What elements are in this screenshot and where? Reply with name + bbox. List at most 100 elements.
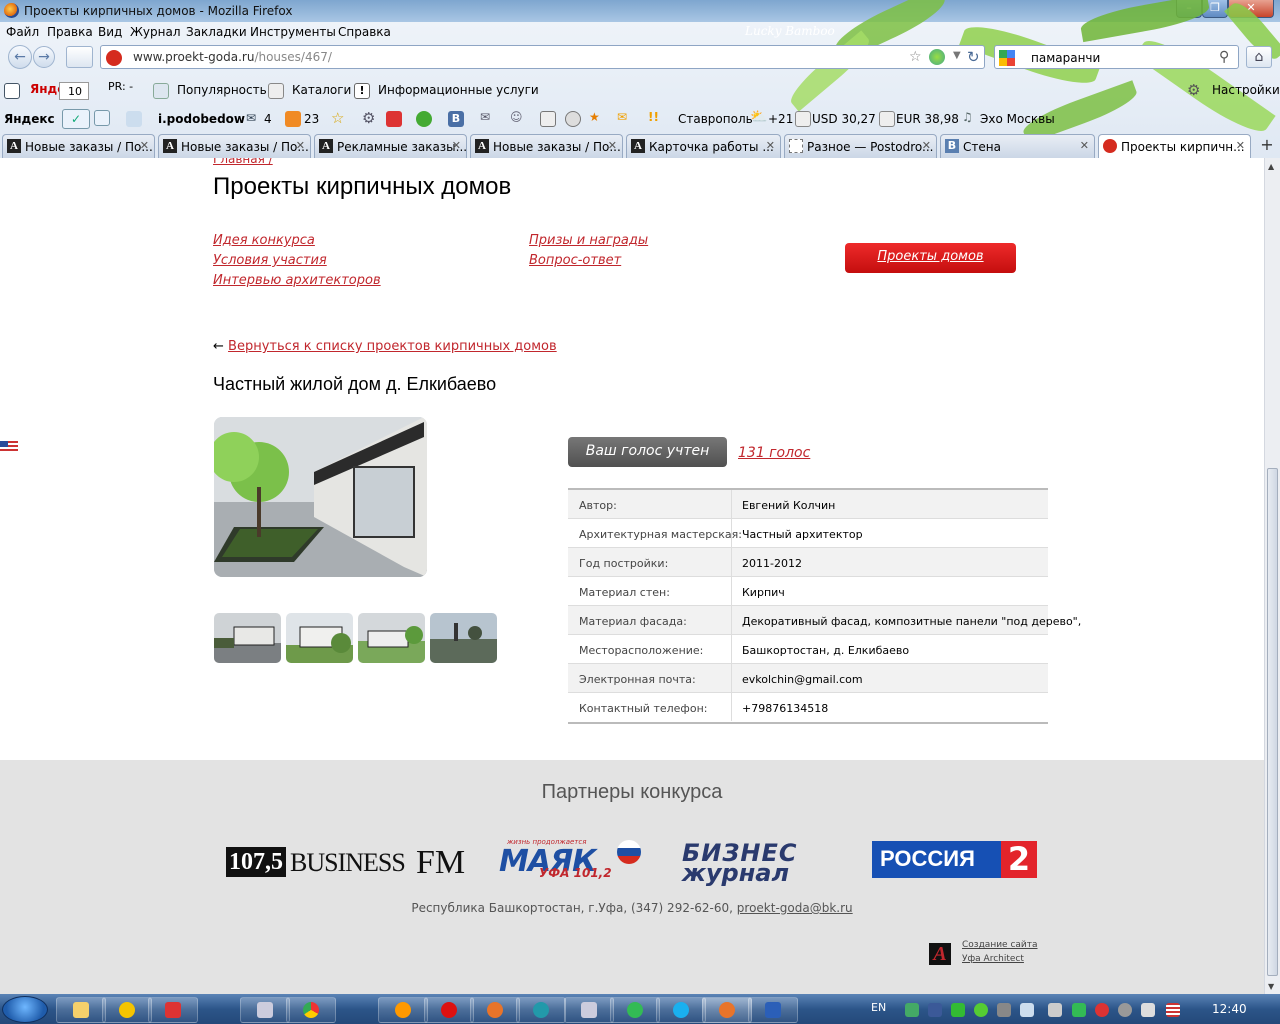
- info-icon[interactable]: !: [354, 83, 370, 99]
- back-link[interactable]: Вернуться к списку проектов кирпичных до…: [228, 339, 557, 354]
- tab-close-icon[interactable]: ✕: [1236, 139, 1245, 152]
- settings-menu[interactable]: Настройки: [1212, 83, 1280, 97]
- tab-8-active[interactable]: . Проекты кирпичн... ✕: [1098, 134, 1251, 158]
- taskbar-skype[interactable]: [656, 997, 706, 1023]
- menu-help[interactable]: Справка: [338, 25, 391, 39]
- user-name[interactable]: i.podobedow: [158, 112, 245, 126]
- search-bar[interactable]: памаранчи ⚲: [994, 45, 1239, 69]
- vk-icon[interactable]: B: [448, 111, 464, 127]
- address-bar[interactable]: www.proekt-goda.ru/houses/467/ ☆ ▼ ↻: [100, 45, 985, 69]
- tab-4[interactable]: A Новые заказы / По... ✕: [470, 134, 623, 158]
- info-services-menu[interactable]: Информационные услуги: [378, 83, 539, 97]
- mail-count[interactable]: 4: [264, 112, 272, 126]
- business-fm-logo[interactable]: 107,5 BUSINESS FM: [226, 844, 481, 881]
- percent-icon[interactable]: [386, 111, 402, 127]
- start-button[interactable]: [2, 996, 48, 1023]
- us-flag-icon[interactable]: [0, 441, 18, 453]
- taskbar-explorer[interactable]: [56, 997, 106, 1023]
- tray-device-icon[interactable]: [1048, 1003, 1062, 1017]
- projects-button[interactable]: Проекты домов: [845, 243, 1016, 273]
- popularity-menu[interactable]: Популярность: [177, 83, 267, 97]
- tray-flag-icon[interactable]: [1166, 1003, 1180, 1017]
- disk-icon[interactable]: [565, 111, 581, 127]
- search-input[interactable]: памаранчи: [1031, 51, 1100, 65]
- nav-link-interview[interactable]: Интервью архитекторов: [213, 273, 381, 288]
- close-button[interactable]: ✕: [1228, 0, 1274, 18]
- taskbar-app-4[interactable]: [240, 997, 290, 1023]
- tray-volume-icon[interactable]: [1020, 1003, 1034, 1017]
- tab-close-icon[interactable]: ✕: [1080, 139, 1089, 152]
- taskbar-firefox-2[interactable]: [470, 997, 520, 1023]
- tray-facebook-icon[interactable]: [928, 1003, 942, 1017]
- menu-history[interactable]: Журнал: [130, 25, 181, 39]
- mayak-logo[interactable]: жизнь продолжается МАЯК УФА 101,2: [499, 838, 655, 884]
- footer-email-link[interactable]: proekt-goda@bk.ru: [737, 901, 853, 915]
- envelope-icon[interactable]: ✉: [480, 110, 490, 124]
- reload-icon[interactable]: ↻: [967, 48, 980, 66]
- menu-bookmarks[interactable]: Закладки: [186, 25, 247, 39]
- tab-close-icon[interactable]: ✕: [608, 139, 617, 152]
- search-icon[interactable]: ⚲: [1219, 49, 1229, 65]
- rossiya-2-logo[interactable]: РОССИЯ 2: [872, 841, 1037, 878]
- breadcrumb[interactable]: Главная /: [213, 158, 273, 166]
- nav-link-idea[interactable]: Идея конкурса: [213, 233, 315, 248]
- thumbnail-1[interactable]: [214, 613, 281, 663]
- tab-close-icon[interactable]: ✕: [296, 139, 305, 152]
- mail-ru-icon[interactable]: ✉: [617, 110, 627, 124]
- chart-icon[interactable]: [795, 111, 811, 127]
- nav-link-conditions[interactable]: Условия участия: [213, 253, 327, 268]
- eur-rate[interactable]: EUR 38,98: [896, 112, 959, 126]
- count-23[interactable]: 23: [304, 112, 319, 126]
- menu-edit[interactable]: Правка: [47, 25, 93, 39]
- tab-3[interactable]: A Рекламные заказы... ✕: [314, 134, 467, 158]
- dropdown-arrow-icon[interactable]: ▼: [953, 50, 961, 61]
- taskbar-app-3[interactable]: [148, 997, 198, 1023]
- business-journal-logo[interactable]: БИЗНЕС журнал: [682, 839, 852, 887]
- settings-small-icon[interactable]: ⚙: [362, 109, 375, 127]
- tray-icq-icon[interactable]: [974, 1003, 988, 1017]
- tab-close-icon[interactable]: ✕: [922, 139, 931, 152]
- catalogs-menu[interactable]: Каталоги: [292, 83, 351, 97]
- forward-icon[interactable]: →: [33, 46, 55, 68]
- taskbar-app-5[interactable]: [378, 997, 428, 1023]
- tab-close-icon[interactable]: ✕: [452, 139, 461, 152]
- scrollbar-thumb[interactable]: [1267, 468, 1278, 976]
- window-icon[interactable]: [540, 111, 556, 127]
- identity-button[interactable]: [66, 46, 93, 68]
- clover-icon[interactable]: [929, 49, 945, 65]
- taskbar-app-2[interactable]: [102, 997, 152, 1023]
- menu-view[interactable]: Вид: [98, 25, 122, 39]
- tab-2[interactable]: A Новые заказы / По... ✕: [158, 134, 311, 158]
- su-icon[interactable]: [416, 111, 432, 127]
- tab-7[interactable]: B Стена ✕: [940, 134, 1095, 158]
- google-icon[interactable]: [999, 50, 1015, 66]
- tray-network-icon[interactable]: [905, 1003, 919, 1017]
- person-icon[interactable]: ☺: [510, 110, 523, 124]
- city-label[interactable]: Ставрополь: [678, 112, 753, 126]
- developer-link-2[interactable]: Уфа Architect: [962, 954, 1024, 964]
- minimize-button[interactable]: –: [1176, 0, 1202, 18]
- tab-1[interactable]: A Новые заказы / По... ✕: [2, 134, 155, 158]
- tray-opera-icon[interactable]: [1095, 1003, 1109, 1017]
- taskbar-word[interactable]: [748, 997, 798, 1023]
- maximize-button[interactable]: ❐: [1202, 0, 1228, 18]
- home-icon[interactable]: ⌂: [1246, 46, 1272, 68]
- menu-file[interactable]: Файл: [6, 25, 39, 39]
- radio-icon[interactable]: ♫: [962, 110, 973, 124]
- nav-link-prizes[interactable]: Призы и награды: [529, 233, 648, 248]
- new-tab-button[interactable]: +: [1255, 134, 1279, 158]
- taskbar-chrome[interactable]: [286, 997, 336, 1023]
- check-icon[interactable]: ✓: [62, 109, 90, 129]
- language-indicator[interactable]: EN: [871, 1001, 886, 1014]
- vote-count-link[interactable]: 131 голос: [738, 445, 810, 461]
- taskbar-opera[interactable]: [424, 997, 474, 1023]
- tray-shield-icon[interactable]: [1072, 1003, 1086, 1017]
- usd-rate[interactable]: USD 30,27: [812, 112, 876, 126]
- yandex-brand[interactable]: Яндекс: [4, 112, 55, 126]
- tray-app-icon[interactable]: [997, 1003, 1011, 1017]
- fire-icon[interactable]: [285, 111, 301, 127]
- bar-icon[interactable]: [4, 83, 20, 99]
- gear-icon[interactable]: ⚙: [1187, 83, 1203, 99]
- grid-icon[interactable]: [126, 111, 142, 127]
- tab-5[interactable]: A Карточка работы ... ✕: [626, 134, 781, 158]
